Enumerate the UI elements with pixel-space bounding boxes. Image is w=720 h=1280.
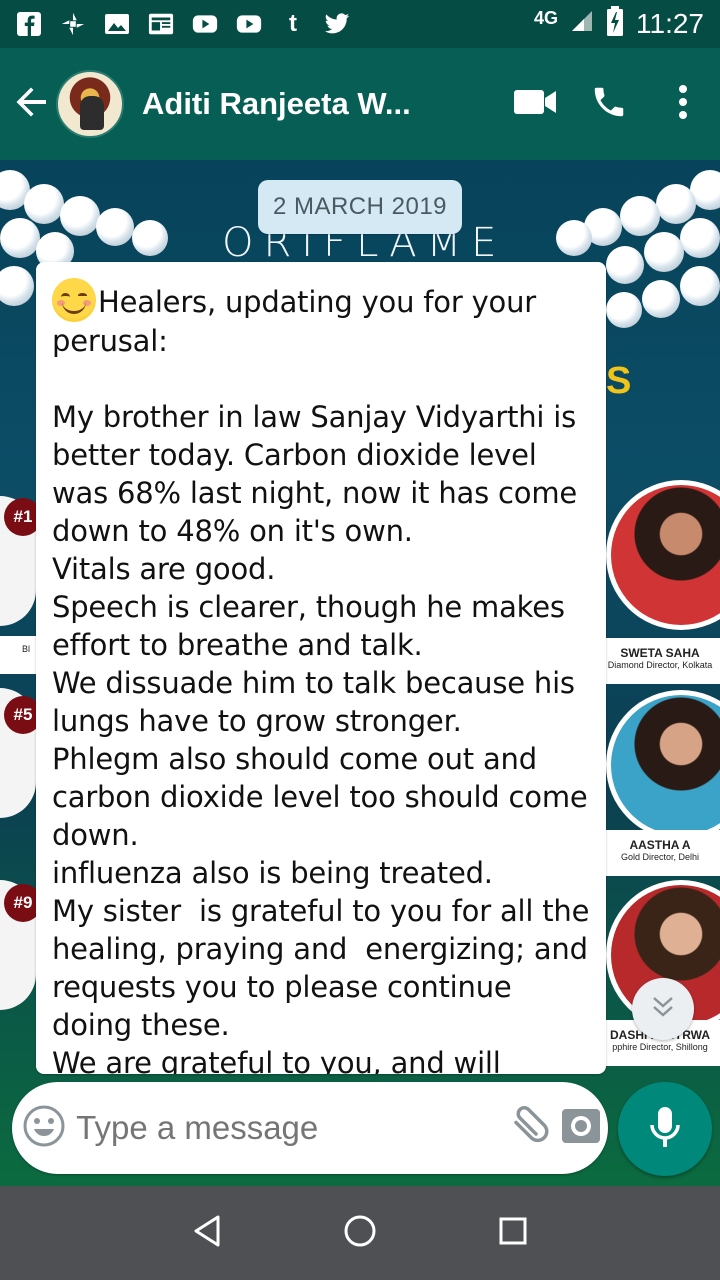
facebook-icon: [16, 11, 42, 37]
emoji-icon: [22, 1104, 66, 1153]
message-body: Healers, updating you for your perusal: …: [52, 285, 590, 1074]
chat-header: Aditi Ranjeeta W...: [0, 48, 720, 160]
microphone-icon: [647, 1105, 683, 1154]
scroll-down-button[interactable]: [632, 978, 694, 1040]
profile-role: Diamond Director, Kolkata: [607, 660, 713, 670]
profile-photo: [606, 480, 720, 630]
nav-recents-button[interactable]: [483, 1203, 543, 1263]
back-triangle-icon: [192, 1214, 222, 1253]
attach-button[interactable]: [501, 1082, 554, 1174]
recents-square-icon: [498, 1216, 528, 1251]
stage-light: [24, 184, 64, 224]
gallery-icon: [104, 11, 130, 37]
video-call-button[interactable]: [498, 48, 572, 160]
stage-light: [644, 232, 684, 272]
twitter-icon: [324, 11, 350, 37]
profile-label: AASTHA A Gold Director, Delhi: [600, 830, 720, 876]
paperclip-icon: [506, 1104, 550, 1153]
stage-light: [60, 196, 100, 236]
stage-light: [680, 218, 720, 258]
contact-name[interactable]: Aditi Ranjeeta W...: [142, 86, 498, 122]
system-indicators: 4G 11:27: [533, 5, 704, 43]
battery-charging-icon: [606, 5, 624, 43]
nav-home-button[interactable]: [330, 1203, 390, 1263]
message-input[interactable]: [76, 1109, 502, 1147]
stage-light: [0, 218, 40, 258]
stage-light: [606, 292, 642, 328]
back-button[interactable]: [0, 48, 64, 160]
emoji-button[interactable]: [12, 1082, 76, 1174]
profile-role: pphire Director, Shillong: [612, 1042, 708, 1052]
stage-light: [620, 196, 660, 236]
stage-light: [132, 220, 168, 256]
stage-light: [680, 266, 720, 306]
double-chevron-down-icon: [650, 994, 676, 1025]
stage-light: [96, 208, 134, 246]
home-circle-icon: [343, 1214, 377, 1253]
nav-back-button[interactable]: [177, 1203, 237, 1263]
profile-label: SWETA SAHA Diamond Director, Kolkata: [600, 638, 720, 684]
back-arrow-icon: [15, 85, 49, 124]
camera-button[interactable]: [555, 1082, 608, 1174]
camera-icon: [561, 1108, 601, 1149]
message-composer: [12, 1082, 608, 1174]
youtube-icon: [236, 11, 262, 37]
clock: 11:27: [636, 8, 704, 39]
stage-light: [556, 220, 592, 256]
voice-message-button[interactable]: [618, 1082, 712, 1176]
status-bar: t 4G 11:27: [0, 0, 720, 48]
stage-light: [606, 246, 644, 284]
system-nav-bar: [0, 1186, 720, 1280]
message-bubble[interactable]: Healers, updating you for your perusal: …: [36, 262, 606, 1074]
stage-light: [656, 184, 696, 224]
wallpaper-letter: S: [606, 360, 632, 402]
chat-area[interactable]: ORIFLAME S Bl #1 #5 #9 SWETA SAHA Diamon…: [0, 160, 720, 1186]
smiling-face-emoji-icon: [52, 278, 96, 322]
contact-avatar[interactable]: [56, 70, 124, 138]
youtube-icon: [192, 11, 218, 37]
tumblr-icon: t: [289, 10, 297, 37]
message-text: Healers, updating you for your perusal: …: [52, 278, 596, 1074]
stage-light: [0, 266, 34, 306]
network-type: 4G: [533, 7, 558, 28]
profile-role: Gold Director, Delhi: [620, 852, 700, 862]
profile-name: AASTHA A: [629, 838, 691, 852]
date-chip: 2 MARCH 2019: [258, 180, 462, 234]
pinwheel-icon: [60, 11, 86, 37]
news-icon: [148, 11, 174, 37]
profile-card-label: Bl: [0, 636, 36, 674]
phone-icon: [590, 83, 628, 126]
stage-light: [642, 280, 680, 318]
profile-photo: [606, 690, 720, 840]
notification-icons: t: [16, 10, 350, 37]
more-vert-icon: [678, 84, 688, 125]
profile-name: SWETA SAHA: [620, 646, 700, 660]
video-call-icon: [513, 87, 557, 122]
signal-icon: [570, 8, 594, 40]
voice-call-button[interactable]: [572, 48, 646, 160]
more-options-button[interactable]: [646, 48, 720, 160]
